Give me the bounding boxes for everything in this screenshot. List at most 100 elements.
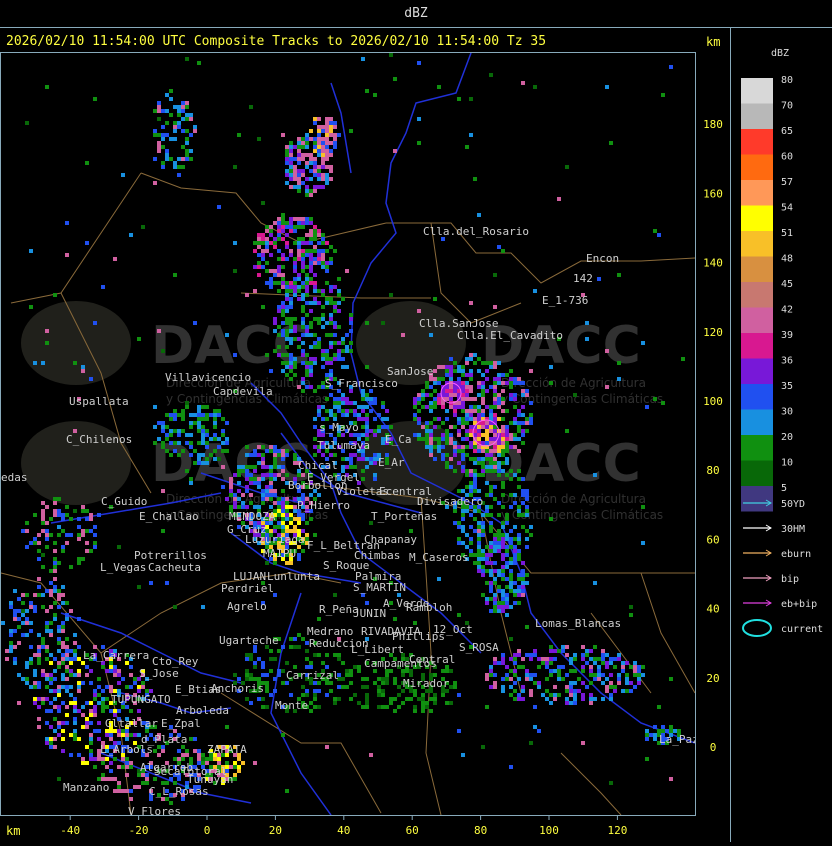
radar-map[interactable]: DACC DACC DACC DACC Dirección de Agricul… — [0, 52, 699, 818]
echo-pixel — [289, 249, 293, 253]
echo-pixel — [277, 237, 281, 241]
echo-pixel — [541, 657, 545, 661]
echo-pixel — [657, 233, 661, 237]
echo-pixel — [601, 657, 605, 661]
echo-pixel — [277, 333, 281, 337]
echo-pixel — [49, 605, 53, 609]
echo-pixel — [357, 669, 361, 673]
echo-pixel — [417, 61, 421, 65]
echo-pixel — [445, 669, 449, 673]
echo-pixel — [477, 425, 481, 429]
place-label: La_Paz — [659, 733, 695, 746]
echo-pixel — [197, 453, 201, 457]
echo-pixel — [477, 561, 481, 565]
echo-pixel — [421, 697, 425, 701]
echo-pixel — [273, 281, 277, 285]
echo-pixel — [253, 677, 257, 681]
echo-pixel — [301, 473, 305, 477]
echo-pixel — [337, 353, 341, 357]
echo-pixel — [305, 153, 309, 157]
echo-pixel — [369, 457, 373, 461]
echo-pixel — [313, 289, 317, 293]
echo-pixel — [489, 453, 493, 457]
echo-pixel — [117, 789, 121, 793]
echo-pixel — [325, 125, 329, 129]
echo-pixel — [265, 497, 269, 501]
echo-pixel — [533, 673, 537, 677]
echo-pixel — [69, 701, 73, 705]
echo-pixel — [509, 589, 513, 593]
echo-pixel — [61, 641, 65, 645]
echo-pixel — [525, 493, 529, 497]
echo-pixel — [569, 661, 573, 665]
legend-level-label: 70 — [781, 101, 793, 112]
echo-pixel — [61, 729, 65, 733]
echo-pixel — [457, 525, 461, 529]
echo-pixel — [221, 485, 225, 489]
echo-pixel — [425, 393, 429, 397]
echo-pixel — [369, 753, 373, 757]
echo-pixel — [537, 685, 541, 689]
echo-pixel — [305, 521, 309, 525]
echo-pixel — [153, 181, 157, 185]
echo-pixel — [485, 389, 489, 393]
echo-pixel — [197, 757, 201, 761]
radar-map-canvas[interactable]: DACC DACC DACC DACC Dirección de Agricul… — [0, 52, 699, 818]
echo-pixel — [505, 429, 509, 433]
echo-pixel — [525, 669, 529, 673]
echo-pixel — [61, 737, 65, 741]
echo-pixel — [597, 277, 601, 281]
echo-pixel — [53, 601, 57, 605]
echo-pixel — [385, 417, 389, 421]
echo-pixel — [317, 493, 321, 497]
echo-pixel — [37, 705, 41, 709]
echo-pixel — [345, 673, 349, 677]
echo-pixel — [49, 633, 53, 637]
echo-pixel — [257, 453, 261, 457]
echo-pixel — [501, 397, 505, 401]
echo-pixel — [505, 425, 509, 429]
echo-pixel — [173, 605, 177, 609]
echo-pixel — [293, 453, 297, 457]
echo-pixel — [513, 393, 517, 397]
echo-pixel — [285, 145, 289, 149]
echo-pixel — [229, 493, 233, 497]
echo-pixel — [97, 729, 101, 733]
x-tick-label: 0 — [204, 824, 211, 837]
echo-pixel — [473, 449, 477, 453]
echo-pixel — [365, 89, 369, 93]
echo-pixel — [149, 581, 153, 585]
echo-pixel — [429, 697, 433, 701]
echo-pixel — [493, 389, 497, 393]
x-tick-label: 100 — [539, 824, 559, 837]
echo-pixel — [173, 273, 177, 277]
echo-pixel — [69, 693, 73, 697]
echo-pixel — [593, 673, 597, 677]
echo-pixel — [365, 457, 369, 461]
echo-pixel — [261, 489, 265, 493]
echo-pixel — [37, 649, 41, 653]
echo-pixel — [77, 753, 81, 757]
echo-pixel — [381, 689, 385, 693]
echo-pixel — [109, 669, 113, 673]
echo-pixel — [41, 521, 45, 525]
echo-pixel — [377, 685, 381, 689]
echo-pixel — [473, 445, 477, 449]
echo-pixel — [501, 481, 505, 485]
echo-pixel — [161, 137, 165, 141]
echo-pixel — [273, 245, 277, 249]
echo-pixel — [493, 497, 497, 501]
echo-pixel — [321, 357, 325, 361]
echo-pixel — [497, 461, 501, 465]
echo-pixel — [473, 509, 477, 513]
echo-pixel — [169, 97, 173, 101]
echo-pixel — [549, 661, 553, 665]
echo-pixel — [313, 453, 317, 457]
echo-pixel — [465, 393, 469, 397]
echo-pixel — [113, 669, 117, 673]
echo-pixel — [329, 245, 333, 249]
echo-pixel — [373, 93, 377, 97]
echo-pixel — [41, 513, 45, 517]
echo-pixel — [89, 681, 93, 685]
echo-pixel — [77, 685, 81, 689]
